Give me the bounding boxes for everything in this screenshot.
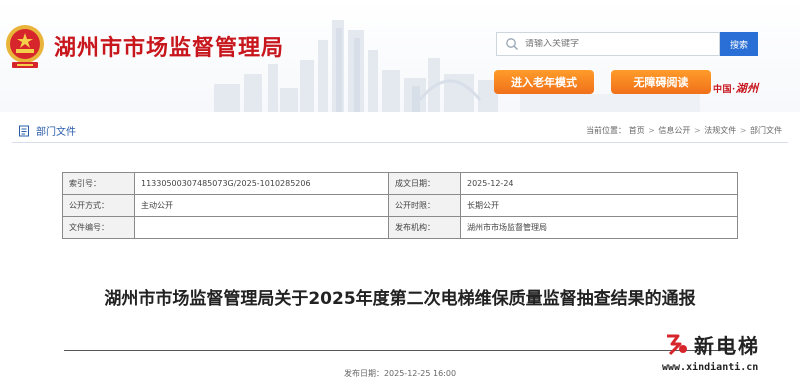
- accessible-reading-button[interactable]: 无障碍阅读: [611, 70, 711, 94]
- file-number-label: 文件编号：: [62, 216, 135, 239]
- china-huzhou-logo: 中国·湖州: [713, 80, 759, 96]
- document-icon: [19, 125, 29, 136]
- breadcrumb-bar: 部门文件 当前位置： 首页 > 信息公开 > 法规文件 > 部门文件: [12, 119, 788, 143]
- breadcrumb: 当前位置： 首页 > 信息公开 > 法规文件 > 部门文件: [586, 125, 782, 136]
- china-huzhou-city: 湖州: [735, 82, 759, 95]
- written-date-value: 2025-12-24: [460, 172, 738, 195]
- article-title: 湖州市市场监督管理局关于2025年度第二次电梯维保质量监督抽查结果的通报: [104, 289, 696, 309]
- table-row: 索引号： 11330500307485073G/2025-1010285206 …: [62, 172, 738, 195]
- watermark: 新电梯 www.xindianti.cn: [660, 322, 800, 385]
- issuing-agency-label: 发布机构：: [388, 216, 461, 239]
- table-row: 公开方式： 主动公开 公开时限： 长期公开: [62, 194, 738, 217]
- disclosure-period-value: 长期公开: [460, 194, 738, 217]
- watermark-url: www.xindianti.cn: [662, 362, 759, 373]
- site-header: 湖州市市场监督管理局 搜索 进入老年模式 无障碍阅读 中国·湖州: [0, 0, 800, 112]
- china-huzhou-prefix: 中国·: [713, 85, 736, 95]
- breadcrumb-info-public[interactable]: 信息公开: [658, 126, 690, 135]
- disclosure-method-value: 主动公开: [134, 194, 389, 217]
- breadcrumb-dept-docs[interactable]: 部门文件: [750, 126, 782, 135]
- section-title-label: 部门文件: [36, 127, 76, 138]
- index-number-value: 11330500307485073G/2025-1010285206: [134, 172, 389, 195]
- search-button[interactable]: 搜索: [720, 32, 758, 56]
- disclosure-period-label: 公开时限：: [388, 194, 461, 217]
- breadcrumb-separator: >: [739, 126, 747, 135]
- disclosure-method-label: 公开方式：: [62, 194, 135, 217]
- search-icon: [506, 38, 518, 50]
- issuing-agency-value: 湖州市市场监督管理局: [460, 216, 738, 239]
- document-meta-table: 索引号： 11330500307485073G/2025-1010285206 …: [62, 172, 738, 239]
- xindianti-logo-icon: [667, 334, 687, 356]
- search-input[interactable]: [525, 39, 705, 49]
- watermark-name: 新电梯: [694, 334, 760, 358]
- breadcrumb-regulations[interactable]: 法规文件: [704, 126, 736, 135]
- written-date-label: 成文日期：: [388, 172, 461, 195]
- site-title[interactable]: 湖州市市场监督管理局: [54, 30, 284, 62]
- title-divider: [64, 350, 736, 351]
- national-emblem-icon: [6, 25, 44, 68]
- breadcrumb-prefix: 当前位置：: [586, 126, 627, 135]
- elder-mode-button[interactable]: 进入老年模式: [494, 70, 594, 94]
- search-box[interactable]: [496, 32, 720, 56]
- breadcrumb-separator: >: [648, 126, 655, 135]
- breadcrumb-separator: >: [693, 126, 701, 135]
- file-number-value: [134, 216, 389, 239]
- section-title: 部门文件: [18, 123, 76, 138]
- breadcrumb-home[interactable]: 首页: [629, 126, 645, 135]
- table-row: 文件编号： 发布机构： 湖州市市场监督管理局: [62, 216, 738, 239]
- index-number-label: 索引号：: [62, 172, 135, 195]
